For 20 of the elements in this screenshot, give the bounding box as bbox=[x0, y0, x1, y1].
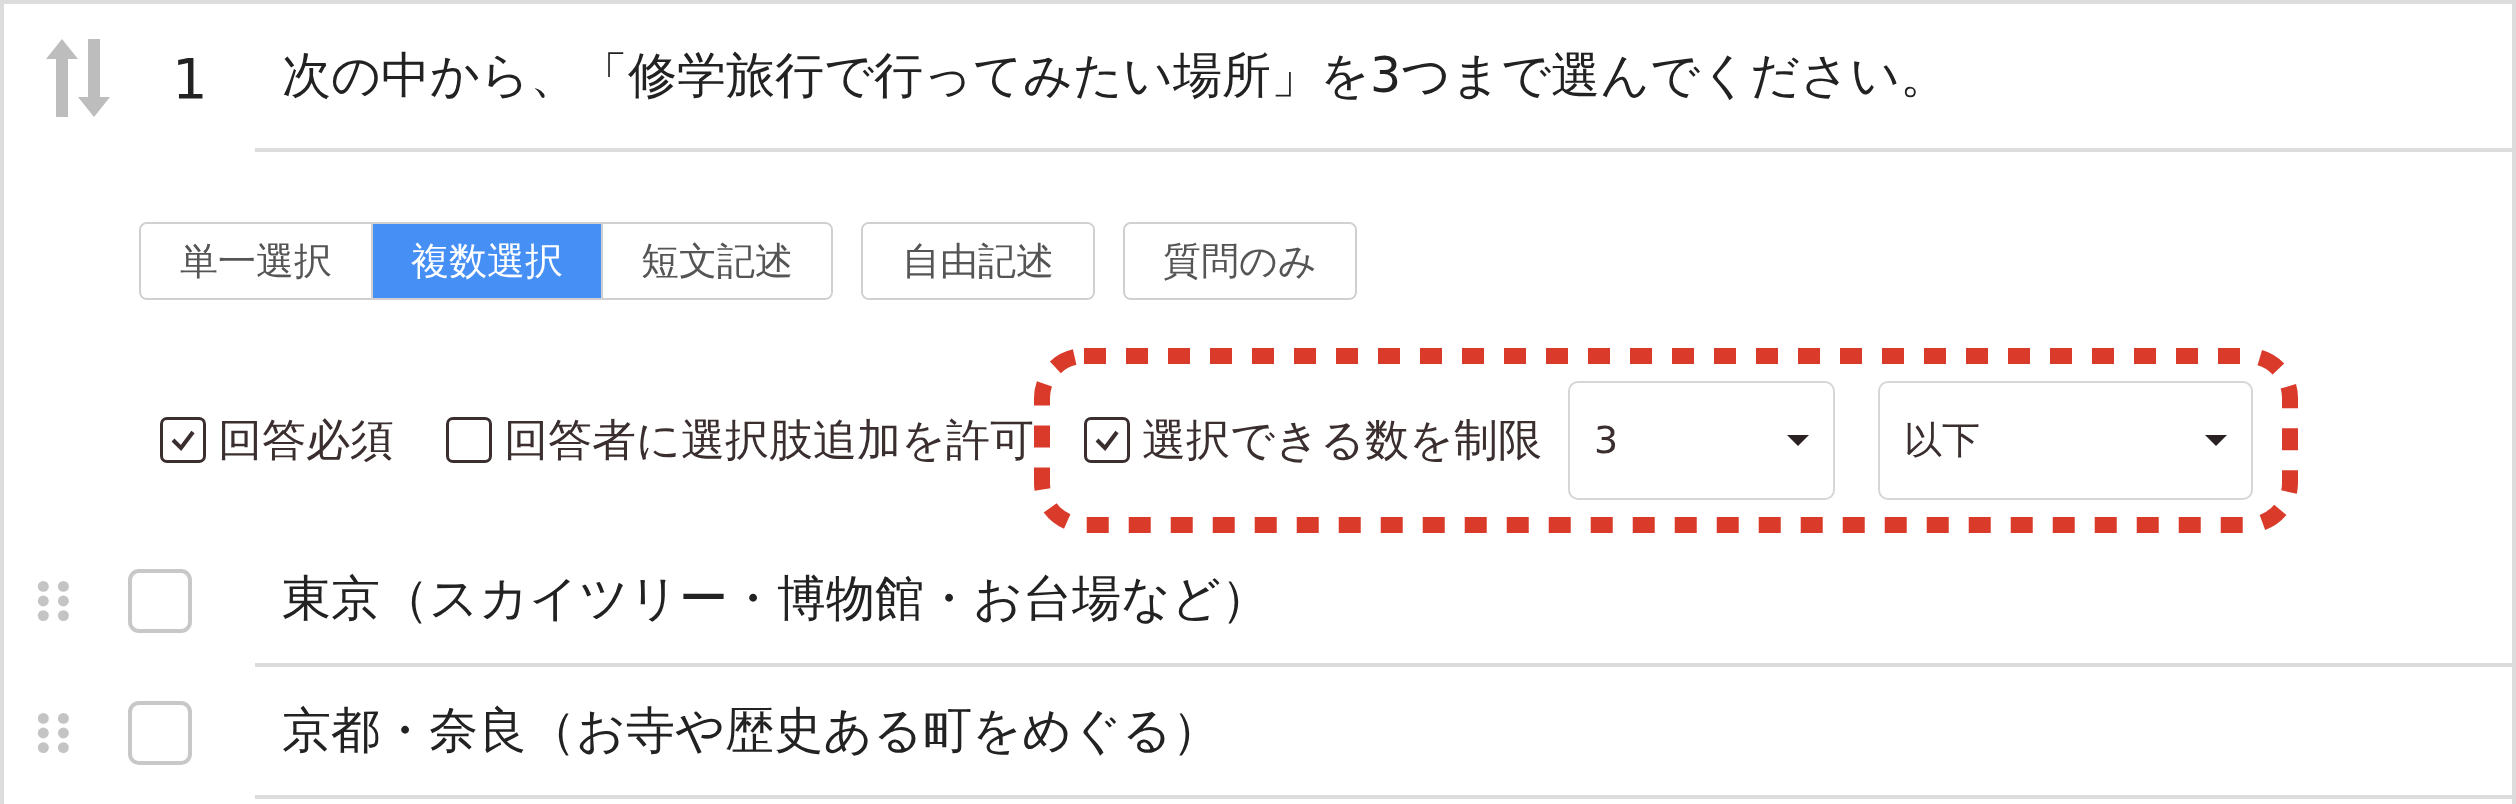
question-text[interactable]: 次の中から、「修学旅行で行ってみたい場所」を3つまで選んでください。 bbox=[282, 43, 1950, 109]
checkbox[interactable] bbox=[446, 417, 492, 463]
condition-select[interactable]: 以下 bbox=[1878, 380, 2253, 500]
caret-icon bbox=[2205, 434, 2227, 446]
caret-icon bbox=[1787, 434, 1809, 446]
checkbox-label: 回答者に選択肢追加を許可 bbox=[504, 412, 1034, 467]
answer-type-tab[interactable]: 自由記述 bbox=[863, 224, 1093, 298]
count-select[interactable]: 3 bbox=[1568, 380, 1835, 500]
checkbox-label: 回答必須 bbox=[218, 412, 394, 467]
checkbox[interactable] bbox=[1084, 417, 1130, 463]
checkbox-label: 選択できる数を制限 bbox=[1142, 412, 1542, 467]
question-number: 1 bbox=[172, 45, 208, 111]
checkbox[interactable] bbox=[160, 417, 206, 463]
answer-type-tab[interactable]: 短文記述 bbox=[601, 224, 831, 298]
choice-checkbox[interactable] bbox=[128, 701, 192, 765]
choice-checkbox[interactable] bbox=[128, 569, 192, 633]
sort-icon[interactable] bbox=[46, 39, 110, 117]
choice-text[interactable]: 京都・奈良（お寺や歴史ある町をめぐる） bbox=[282, 698, 1221, 764]
choice-text[interactable]: 東京（スカイツリー・博物館・お台場など） bbox=[282, 566, 1270, 632]
answer-type-tab[interactable]: 質問のみ bbox=[1125, 224, 1355, 298]
